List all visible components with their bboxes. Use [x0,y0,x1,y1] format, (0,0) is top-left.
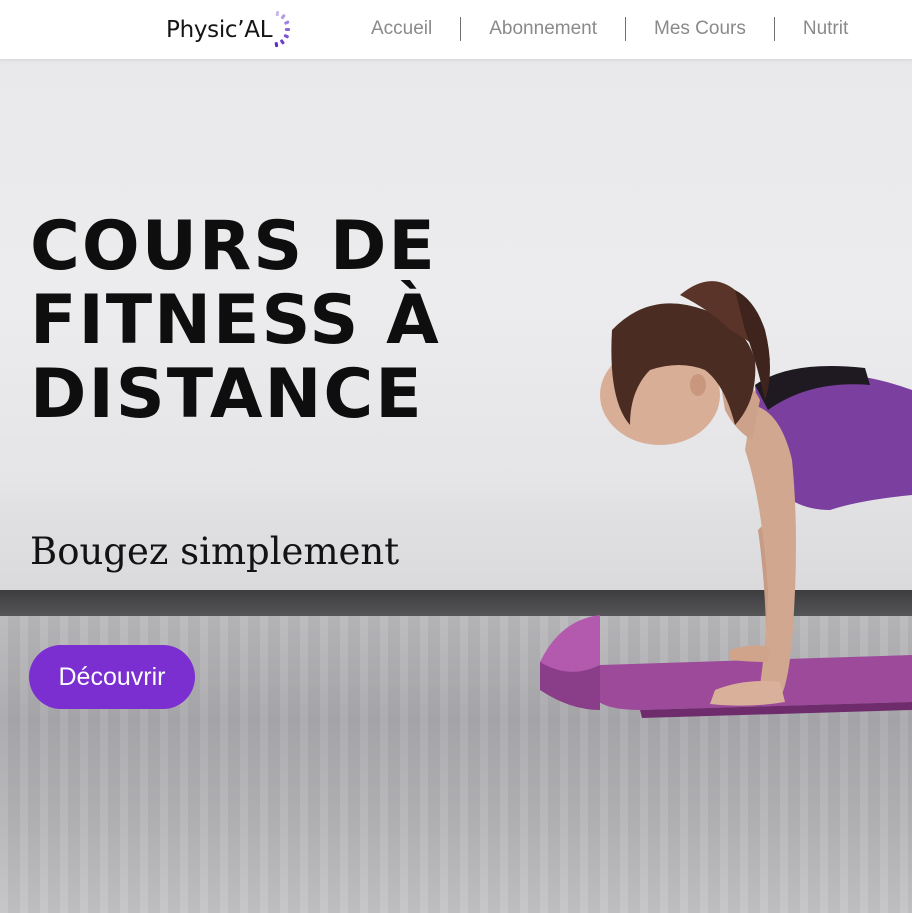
main-nav: Accueil Abonnement Mes Cours Nutrit [343,0,876,58]
logo[interactable]: Physic’AL [166,9,293,51]
site-header: Physic’AL Accueil Abonnement Mes Cours N… [0,0,912,60]
dotted-ring-icon [274,11,291,48]
nav-item-abonnement[interactable]: Abonnement [461,18,625,40]
nav-item-nutrition[interactable]: Nutrit [775,18,876,40]
hero-title: COURS DE FITNESS À DISTANCE [30,207,441,434]
nav-item-accueil[interactable]: Accueil [343,18,460,40]
nav-item-mes-cours[interactable]: Mes Cours [626,18,774,40]
woman-on-yoga-mat-photo [540,281,912,718]
discover-button[interactable]: Découvrir [29,645,195,709]
brand-name: Physic’AL [166,17,273,43]
hero-subtitle: Bougez simplement [30,530,400,573]
hero-section: COURS DE FITNESS À DISTANCE Bougez simpl… [0,60,912,913]
